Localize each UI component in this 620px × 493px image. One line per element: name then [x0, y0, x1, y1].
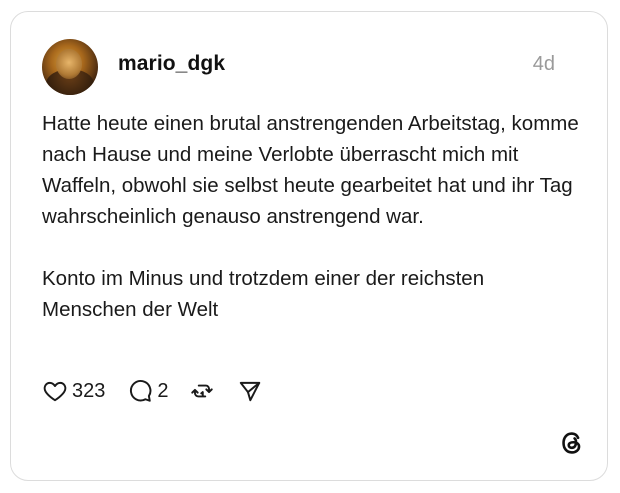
repost-icon [190, 384, 213, 398]
like-button[interactable]: 323 [42, 378, 105, 404]
post-card: mario_dgk 4d Hatte heute einen brutal an… [10, 11, 608, 481]
avatar[interactable] [42, 39, 98, 95]
share-button[interactable] [237, 378, 263, 404]
post-paragraph: Konto im Minus und trotzdem einer der re… [42, 267, 485, 321]
like-count: 323 [72, 379, 106, 402]
comment-icon [130, 379, 152, 402]
action-bar: 323 2 [42, 375, 263, 407]
post-paragraph: Hatte heute einen brutal anstrengenden A… [42, 112, 579, 228]
reply-button[interactable]: 2 [127, 378, 169, 404]
post-body: Hatte heute einen brutal anstrengenden A… [42, 108, 582, 325]
username[interactable]: mario_dgk [118, 52, 225, 76]
heart-icon [43, 381, 67, 402]
threads-logo-icon[interactable] [559, 430, 585, 456]
reply-count: 2 [157, 379, 169, 402]
avatar-face [56, 49, 82, 79]
send-icon [239, 381, 260, 402]
post-timestamp: 4d [532, 53, 555, 75]
repost-button[interactable] [189, 378, 215, 404]
